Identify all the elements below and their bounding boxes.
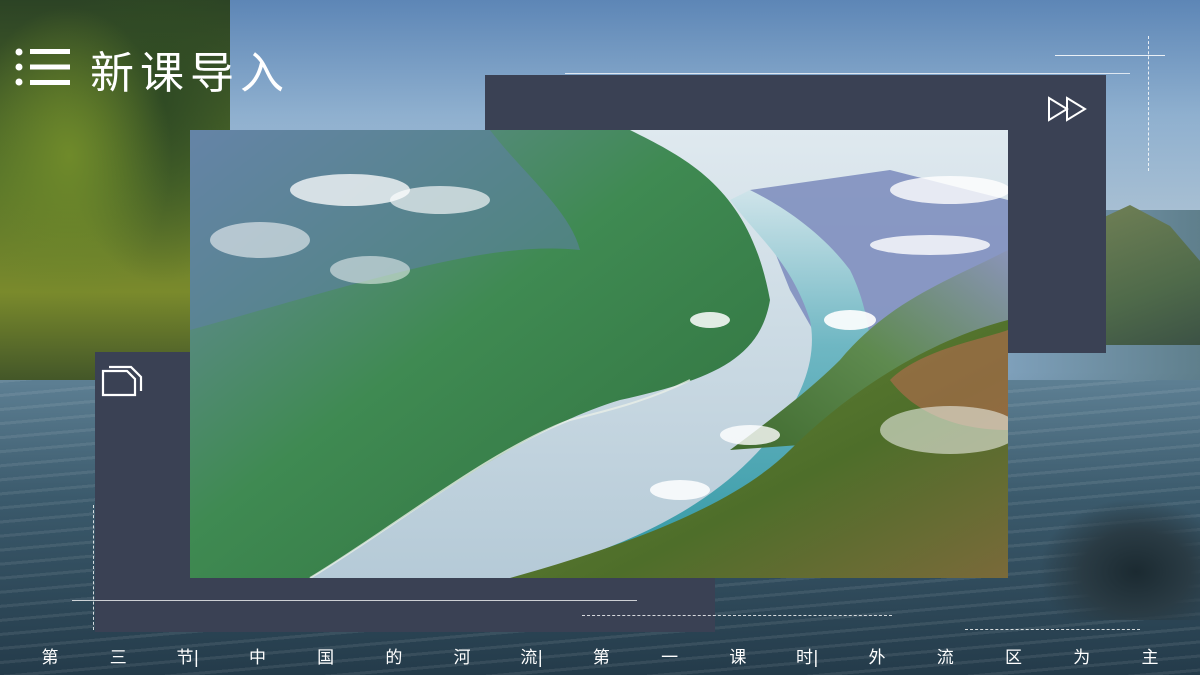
decor-dashed-line [93,505,94,630]
footer-char: 课 [729,647,747,668]
footer-char: 为 [1073,647,1091,668]
page-title: 新课导入 [90,48,290,99]
footer-char: 河 [453,647,471,668]
footer-char: 中 [248,647,266,668]
river-gorge-photo [190,130,1008,578]
decor-line [72,600,637,601]
footer-caption: 第 三 节| 中 国 的 河 流| 第 一 课 时| 外 流 区 为 主 [40,642,1160,668]
decor-dashed-line [582,615,892,616]
documents-icon [101,365,143,397]
decor-dashed-line [1148,36,1149,171]
footer-char: 节| [176,647,200,668]
footer-char: 流 [936,647,954,668]
footer-char: 第 [592,647,610,668]
footer-char: 主 [1141,647,1159,668]
decor-line [565,73,1130,74]
footer-char: 一 [661,647,679,668]
decor-dashed-line [965,629,1140,630]
footer-char: 流| [520,647,544,668]
rocks-area [1040,500,1200,620]
footer-char: 外 [868,647,886,668]
footer-char: 时| [796,647,819,668]
footer-char: 国 [317,647,335,668]
fast-forward-icon[interactable] [1046,96,1090,122]
footer-char: 三 [109,647,127,668]
footer-char: 第 [41,647,59,668]
footer-char: 的 [385,647,403,668]
list-icon [15,48,70,86]
footer-char: 区 [1004,647,1022,668]
